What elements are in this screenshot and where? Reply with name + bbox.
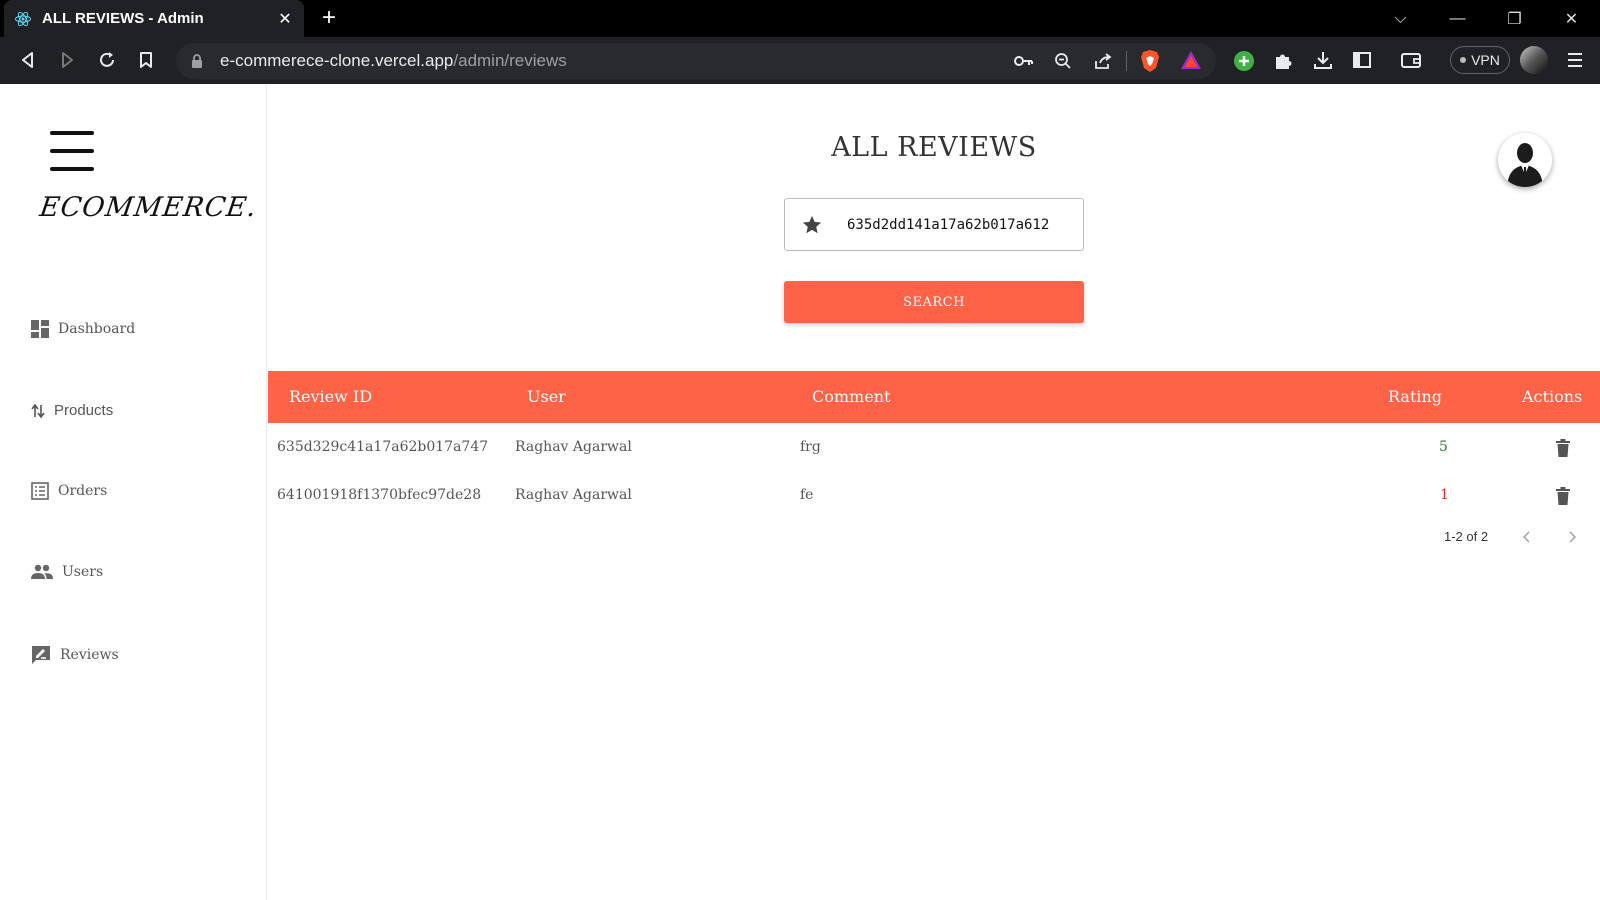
rate-review-icon bbox=[32, 646, 50, 664]
chevron-left-icon[interactable] bbox=[1519, 529, 1535, 545]
review-id-input[interactable] bbox=[847, 216, 1077, 233]
share-icon[interactable] bbox=[1093, 52, 1113, 70]
pagination-label: 1-2 of 2 bbox=[1444, 529, 1489, 544]
wallet-icon[interactable] bbox=[1400, 50, 1422, 70]
sidebar-toggle-icon[interactable] bbox=[1352, 50, 1372, 70]
column-header-review-id[interactable]: Review ID bbox=[289, 371, 372, 423]
people-icon bbox=[31, 564, 53, 579]
url-host: e-commerece-clone.vercel.app bbox=[220, 51, 454, 70]
sidebar-item-dashboard[interactable]: Dashboard bbox=[31, 320, 135, 338]
sidebar-item-label: Dashboard bbox=[58, 321, 136, 337]
extensions-icon[interactable] bbox=[1272, 50, 1294, 72]
cell-rating: 5 bbox=[1439, 439, 1448, 455]
address-bar[interactable]: e-commerece-clone.vercel.app/admin/revie… bbox=[176, 43, 1216, 79]
table-row[interactable]: 641001918f1370bfec97de28 Raghav Agarwal … bbox=[268, 471, 1600, 519]
key-icon[interactable] bbox=[1014, 53, 1034, 69]
sidebar-item-label: Users bbox=[62, 564, 104, 580]
column-header-comment[interactable]: Comment bbox=[812, 371, 890, 423]
forward-button[interactable] bbox=[54, 47, 80, 73]
react-icon bbox=[15, 11, 31, 26]
reviews-table: Review ID User Comment Rating Actions 63… bbox=[268, 371, 1600, 505]
restore-button[interactable]: ❐ bbox=[1486, 9, 1543, 29]
star-icon bbox=[802, 215, 822, 233]
sidebar-item-label: Orders bbox=[58, 483, 108, 499]
extension-plus-icon[interactable] bbox=[1233, 50, 1255, 72]
search-field[interactable] bbox=[784, 198, 1084, 251]
vpn-status-dot bbox=[1460, 57, 1467, 63]
logo: ECOMMERCE. bbox=[37, 192, 259, 223]
hamburger-menu-icon[interactable] bbox=[50, 131, 94, 171]
new-tab-button[interactable]: + bbox=[322, 6, 336, 30]
reload-button[interactable] bbox=[94, 47, 120, 73]
reload-icon bbox=[100, 52, 114, 67]
table-row[interactable]: 635d329c41a17a62b017a747 Raghav Agarwal … bbox=[268, 423, 1600, 471]
sidebar-item-products[interactable]: Products bbox=[31, 402, 113, 419]
zoom-out-icon[interactable] bbox=[1054, 52, 1072, 70]
brave-shield-icon[interactable] bbox=[1139, 49, 1161, 73]
forward-icon bbox=[62, 52, 73, 68]
sidebar: ECOMMERCE. Dashboard Products Orders Use… bbox=[0, 84, 267, 900]
pagination: 1-2 of 2 bbox=[268, 529, 1600, 549]
sidebar-item-label: Products bbox=[54, 402, 114, 419]
column-header-user[interactable]: User bbox=[527, 371, 566, 423]
sort-arrows-icon bbox=[31, 403, 45, 418]
cell-review-id: 641001918f1370bfec97de28 bbox=[277, 487, 482, 503]
browser-tab-bar: ALL REVIEWS - Admin ✕ + ⌵ — ❐ ✕ bbox=[0, 0, 1600, 37]
sidebar-item-label: Reviews bbox=[60, 647, 119, 663]
sidebar-item-users[interactable]: Users bbox=[31, 564, 103, 580]
delete-icon[interactable] bbox=[1555, 487, 1571, 505]
cell-comment: fe bbox=[800, 487, 814, 503]
close-window-button[interactable]: ✕ bbox=[1543, 9, 1600, 29]
minimize-button[interactable]: — bbox=[1429, 10, 1486, 28]
sidebar-item-reviews[interactable]: Reviews bbox=[31, 645, 119, 665]
list-icon bbox=[31, 482, 49, 500]
cell-user: Raghav Agarwal bbox=[515, 439, 632, 455]
cell-user: Raghav Agarwal bbox=[515, 487, 632, 503]
vpn-label: VPN bbox=[1471, 52, 1500, 68]
chevron-right-icon[interactable] bbox=[1564, 529, 1580, 545]
tab-title: ALL REVIEWS - Admin bbox=[42, 10, 204, 27]
column-header-rating[interactable]: Rating bbox=[1388, 371, 1442, 423]
bookmark-button[interactable] bbox=[133, 47, 159, 73]
cell-review-id: 635d329c41a17a62b017a747 bbox=[277, 439, 489, 455]
delete-icon[interactable] bbox=[1555, 439, 1571, 457]
browser-toolbar: e-commerece-clone.vercel.app/admin/revie… bbox=[0, 37, 1600, 84]
tab-search-icon[interactable]: ⌵ bbox=[1372, 10, 1429, 28]
main-content: ALL REVIEWS SEARCH Review ID User Commen… bbox=[268, 84, 1600, 900]
tab-close-icon[interactable]: ✕ bbox=[276, 9, 294, 29]
menu-icon[interactable] bbox=[1566, 51, 1584, 69]
toolbar-divider bbox=[1126, 51, 1127, 71]
bookmark-icon bbox=[140, 52, 152, 68]
back-button[interactable] bbox=[15, 47, 41, 73]
sidebar-item-orders[interactable]: Orders bbox=[31, 482, 107, 500]
profile-avatar[interactable] bbox=[1520, 46, 1548, 74]
url-path: /admin/reviews bbox=[453, 51, 567, 70]
dashboard-icon bbox=[31, 320, 49, 338]
user-avatar[interactable] bbox=[1498, 133, 1552, 187]
brave-rewards-icon[interactable] bbox=[1180, 50, 1202, 70]
table-header: Review ID User Comment Rating Actions bbox=[268, 371, 1600, 423]
window-controls: ⌵ — ❐ ✕ bbox=[1372, 0, 1600, 37]
cell-comment: frg bbox=[800, 439, 821, 455]
cell-rating: 1 bbox=[1440, 487, 1449, 503]
column-header-actions: Actions bbox=[1522, 387, 1583, 406]
download-icon[interactable] bbox=[1312, 49, 1334, 71]
browser-tab[interactable]: ALL REVIEWS - Admin ✕ bbox=[4, 0, 304, 37]
search-button[interactable]: SEARCH bbox=[784, 281, 1084, 323]
back-icon bbox=[22, 52, 33, 68]
user-silhouette-icon bbox=[1498, 133, 1552, 187]
vpn-button[interactable]: VPN bbox=[1450, 46, 1510, 74]
page-title: ALL REVIEWS bbox=[831, 132, 1037, 163]
lock-icon bbox=[192, 54, 202, 68]
page-content: ECOMMERCE. Dashboard Products Orders Use… bbox=[0, 84, 1600, 900]
